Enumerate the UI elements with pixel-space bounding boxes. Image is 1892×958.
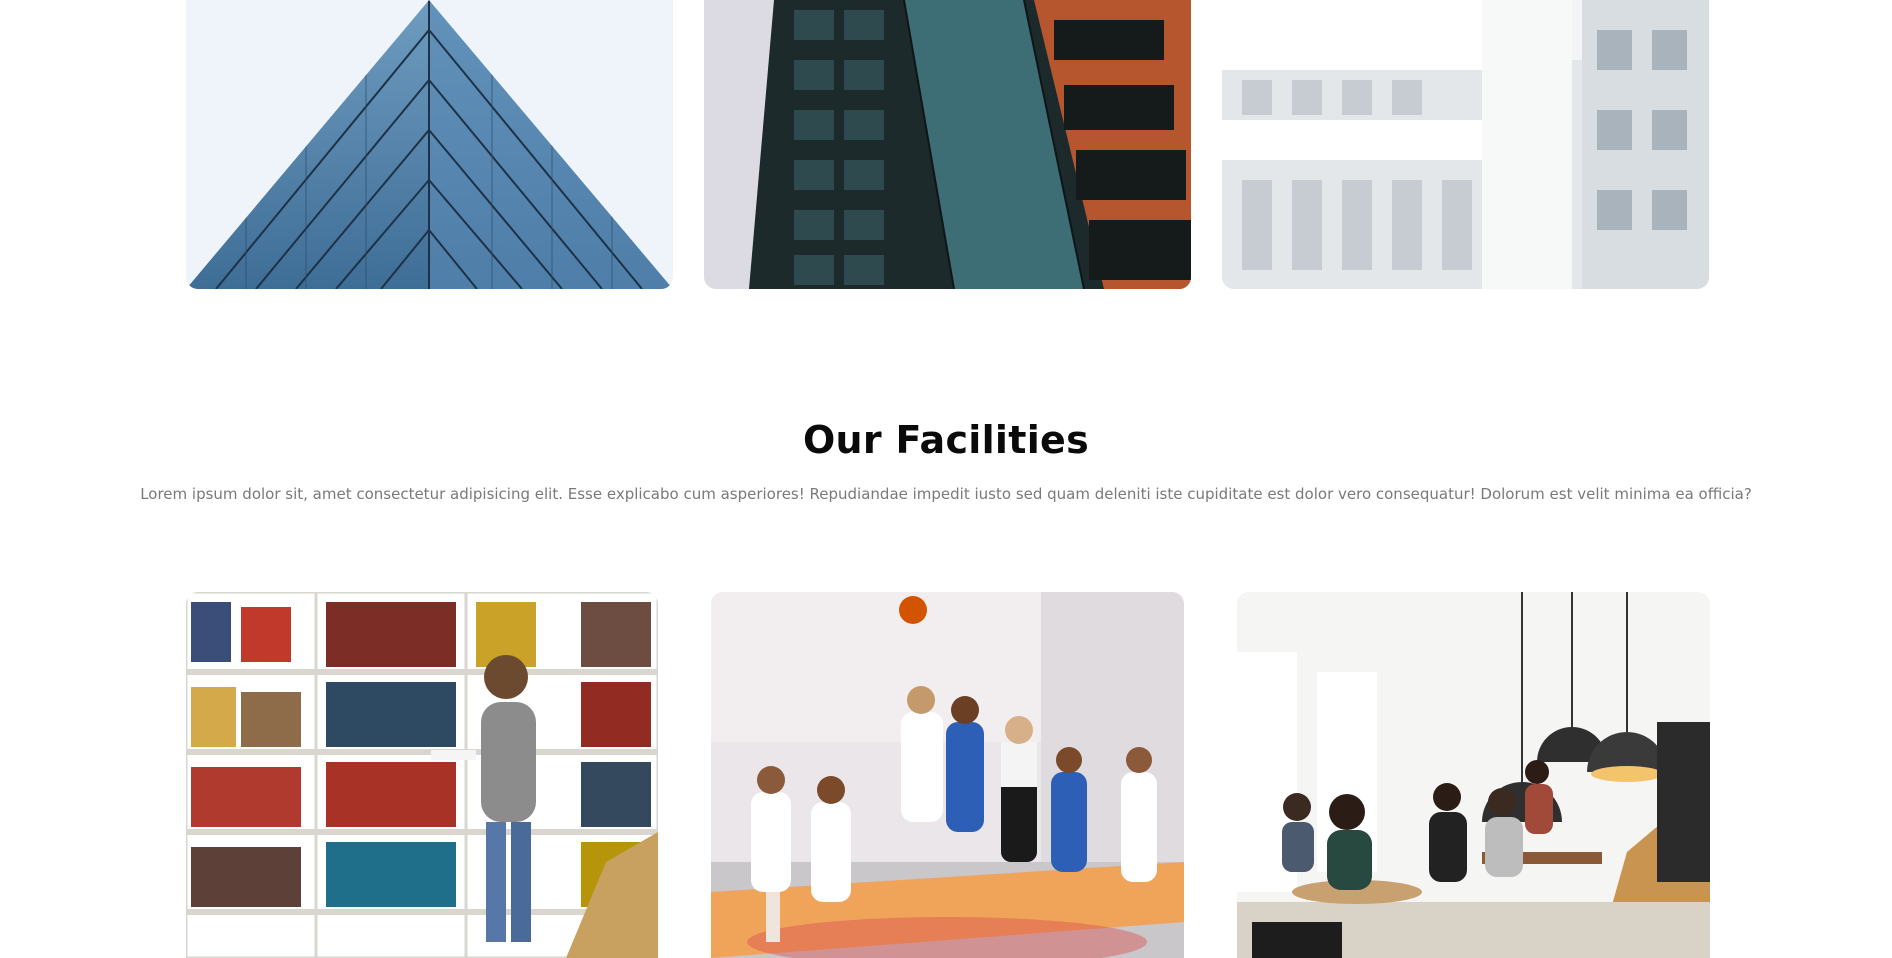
facilities-description: Lorem ipsum dolor sit, amet consectetur … [140,485,1752,503]
building-image-white-apartments [1222,0,1709,289]
facilities-title: Our Facilities [802,418,1090,462]
facility-image-cafeteria [1237,592,1710,958]
building-image-glass-tower [186,0,673,289]
facility-image-library [186,592,658,958]
facility-image-basketball-court [711,592,1184,958]
building-image-dark-orange-tower [704,0,1191,289]
